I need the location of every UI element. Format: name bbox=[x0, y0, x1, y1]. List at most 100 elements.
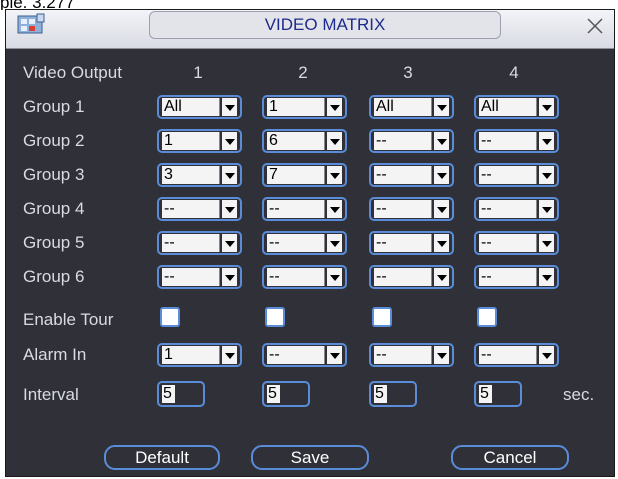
group-3-output-3-select[interactable]: -- bbox=[369, 163, 454, 187]
title-bar: VIDEO MATRIX bbox=[6, 10, 614, 49]
group-5-output-3-select[interactable]: -- bbox=[369, 231, 454, 255]
select-value: -- bbox=[374, 234, 432, 252]
chevron-down-icon[interactable] bbox=[327, 234, 342, 252]
save-button[interactable]: Save bbox=[251, 445, 369, 470]
select-value: -- bbox=[267, 346, 325, 364]
chevron-down-icon[interactable] bbox=[434, 166, 449, 184]
group-1-output-4-select[interactable]: All bbox=[474, 95, 559, 119]
group-label: Group 2 bbox=[23, 131, 85, 150]
alarm-in-output-2-select[interactable]: -- bbox=[262, 343, 347, 367]
chevron-down-icon[interactable] bbox=[222, 132, 237, 150]
chevron-down-icon[interactable] bbox=[539, 200, 554, 218]
interval-input-4[interactable]: 5 bbox=[474, 381, 522, 407]
group-2-output-4-select[interactable]: -- bbox=[474, 129, 559, 153]
group-4-output-4-select[interactable]: -- bbox=[474, 197, 559, 221]
chevron-down-icon[interactable] bbox=[434, 346, 449, 364]
chevron-down-icon[interactable] bbox=[539, 98, 554, 116]
group-6-output-1-select[interactable]: -- bbox=[157, 265, 242, 289]
chevron-down-icon[interactable] bbox=[327, 346, 342, 364]
select-value: -- bbox=[162, 234, 220, 252]
chevron-down-icon[interactable] bbox=[539, 268, 554, 286]
enable-tour-checkbox-4[interactable] bbox=[477, 307, 497, 327]
group-5-output-2-select[interactable]: -- bbox=[262, 231, 347, 255]
select-value: 3 bbox=[162, 166, 220, 184]
group-label: Group 1 bbox=[23, 97, 85, 116]
group-2-output-1-select[interactable]: 1 bbox=[157, 129, 242, 153]
chevron-down-icon[interactable] bbox=[434, 132, 449, 150]
video-matrix-dialog: VIDEO MATRIX Video Output 1 2 3 4 Group 1 All 1… bbox=[5, 9, 615, 477]
group-1-output-3-select[interactable]: All bbox=[369, 95, 454, 119]
chevron-down-icon[interactable] bbox=[327, 268, 342, 286]
default-button[interactable]: Default bbox=[104, 445, 220, 470]
interval-input-2[interactable]: 5 bbox=[262, 381, 310, 407]
chevron-down-icon[interactable] bbox=[539, 346, 554, 364]
group-1-output-2-select[interactable]: 1 bbox=[262, 95, 347, 119]
enable-tour-checkbox-2[interactable] bbox=[265, 307, 285, 327]
interval-input-3[interactable]: 5 bbox=[369, 381, 417, 407]
interval-value: 5 bbox=[374, 385, 387, 403]
select-value: All bbox=[479, 98, 537, 116]
enable-tour-checkbox-1[interactable] bbox=[160, 307, 180, 327]
close-icon[interactable] bbox=[584, 15, 606, 37]
chevron-down-icon[interactable] bbox=[434, 98, 449, 116]
group-3-output-1-select[interactable]: 3 bbox=[157, 163, 242, 187]
chevron-down-icon[interactable] bbox=[222, 98, 237, 116]
chevron-down-icon[interactable] bbox=[222, 346, 237, 364]
chevron-down-icon[interactable] bbox=[327, 98, 342, 116]
select-value: 1 bbox=[162, 346, 220, 364]
group-3-output-4-select[interactable]: -- bbox=[474, 163, 559, 187]
select-value: -- bbox=[374, 346, 432, 364]
interval-unit: sec. bbox=[563, 385, 595, 404]
group-4-output-2-select[interactable]: -- bbox=[262, 197, 347, 221]
chevron-down-icon[interactable] bbox=[327, 132, 342, 150]
chevron-down-icon[interactable] bbox=[222, 200, 237, 218]
chevron-down-icon[interactable] bbox=[539, 132, 554, 150]
interval-value: 5 bbox=[162, 385, 175, 403]
group-6-output-3-select[interactable]: -- bbox=[369, 265, 454, 289]
chevron-down-icon[interactable] bbox=[539, 234, 554, 252]
group-4-output-3-select[interactable]: -- bbox=[369, 197, 454, 221]
output-column-header: 3 bbox=[403, 63, 413, 82]
chevron-down-icon[interactable] bbox=[327, 200, 342, 218]
group-2-output-3-select[interactable]: -- bbox=[369, 129, 454, 153]
select-value: 7 bbox=[267, 166, 325, 184]
enable-tour-checkbox-3[interactable] bbox=[372, 307, 392, 327]
group-6-output-4-select[interactable]: -- bbox=[474, 265, 559, 289]
group-label: Group 3 bbox=[23, 165, 85, 184]
cancel-button[interactable]: Cancel bbox=[451, 445, 569, 470]
select-value: -- bbox=[374, 166, 432, 184]
select-value: -- bbox=[374, 268, 432, 286]
enable-tour-label: Enable Tour bbox=[23, 310, 114, 329]
group-6-output-2-select[interactable]: -- bbox=[262, 265, 347, 289]
chevron-down-icon[interactable] bbox=[222, 268, 237, 286]
group-2-output-2-select[interactable]: 6 bbox=[262, 129, 347, 153]
group-5-output-1-select[interactable]: -- bbox=[157, 231, 242, 255]
select-value: -- bbox=[162, 200, 220, 218]
group-label: Group 5 bbox=[23, 233, 85, 252]
select-value: -- bbox=[479, 166, 537, 184]
alarm-in-label: Alarm In bbox=[23, 345, 87, 364]
alarm-in-output-1-select[interactable]: 1 bbox=[157, 343, 242, 367]
group-4-output-1-select[interactable]: -- bbox=[157, 197, 242, 221]
chevron-down-icon[interactable] bbox=[222, 234, 237, 252]
alarm-in-output-3-select[interactable]: -- bbox=[369, 343, 454, 367]
select-value: -- bbox=[162, 268, 220, 286]
chevron-down-icon[interactable] bbox=[222, 166, 237, 184]
alarm-in-output-4-select[interactable]: -- bbox=[474, 343, 559, 367]
group-1-output-1-select[interactable]: All bbox=[157, 95, 242, 119]
group-3-output-2-select[interactable]: 7 bbox=[262, 163, 347, 187]
output-column-header: 4 bbox=[509, 63, 519, 82]
select-value: 6 bbox=[267, 132, 325, 150]
group-5-output-4-select[interactable]: -- bbox=[474, 231, 559, 255]
group-label: Group 4 bbox=[23, 199, 85, 218]
chevron-down-icon[interactable] bbox=[434, 268, 449, 286]
chevron-down-icon[interactable] bbox=[327, 166, 342, 184]
video-output-label: Video Output bbox=[23, 63, 122, 82]
select-value: -- bbox=[479, 234, 537, 252]
chevron-down-icon[interactable] bbox=[434, 234, 449, 252]
interval-input-1[interactable]: 5 bbox=[157, 381, 205, 407]
select-value: -- bbox=[479, 132, 537, 150]
chevron-down-icon[interactable] bbox=[434, 200, 449, 218]
window-title: VIDEO MATRIX bbox=[149, 11, 501, 39]
chevron-down-icon[interactable] bbox=[539, 166, 554, 184]
